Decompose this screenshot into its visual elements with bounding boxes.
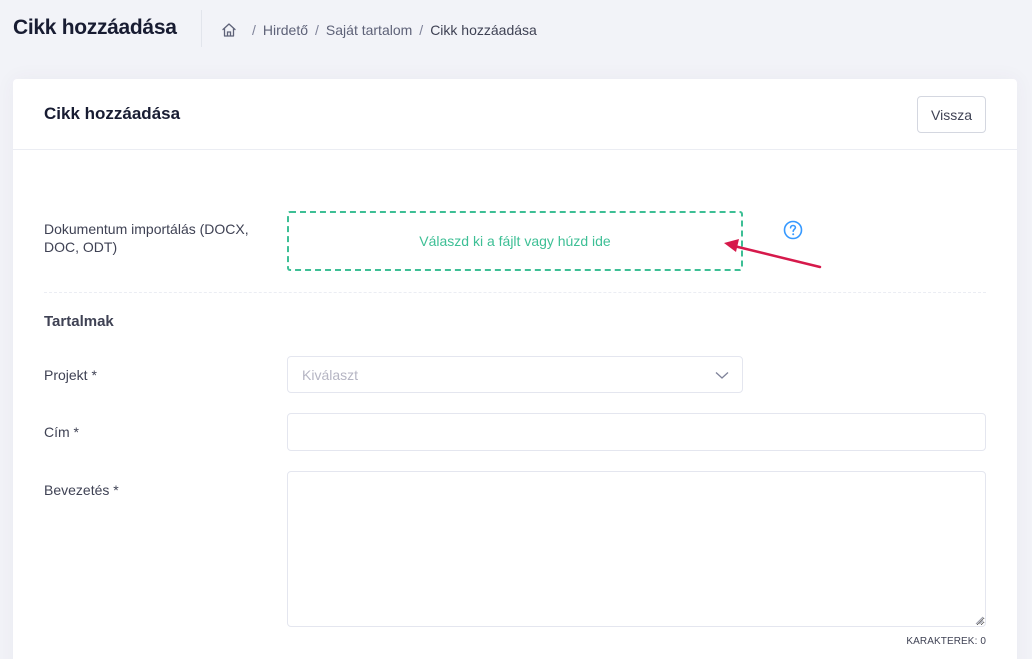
section-divider bbox=[44, 292, 986, 293]
back-button[interactable]: Vissza bbox=[917, 96, 986, 133]
annotation-arrow-icon bbox=[724, 239, 822, 269]
cim-input[interactable] bbox=[287, 413, 986, 451]
bevezetes-textarea[interactable] bbox=[287, 471, 986, 627]
breadcrumb-item-current: Cikk hozzáadása bbox=[430, 22, 537, 38]
breadcrumb-item-sajat-tartalom[interactable]: Saját tartalom bbox=[326, 22, 412, 38]
projekt-select-placeholder: Kiválaszt bbox=[302, 366, 359, 383]
chevron-down-icon bbox=[715, 372, 729, 379]
resize-handle-icon[interactable] bbox=[975, 616, 984, 625]
breadcrumb-separator: / bbox=[315, 22, 319, 38]
projekt-label: Projekt * bbox=[44, 367, 97, 383]
projekt-select[interactable]: Kiválaszt bbox=[287, 356, 743, 393]
character-count: KARAKTEREK: 0 bbox=[906, 636, 986, 647]
breadcrumb: / Hirdető / Saját tartalom / Cikk hozzáa… bbox=[221, 21, 537, 39]
section-title: Tartalmak bbox=[44, 313, 114, 330]
card-header: Cikk hozzáadása Vissza bbox=[13, 79, 1017, 150]
import-label: Dokumentum importálás (DOCX, DOC, ODT) bbox=[44, 221, 249, 255]
article-form-card: Cikk hozzáadása Vissza Dokumentum import… bbox=[13, 79, 1017, 659]
title-separator bbox=[201, 10, 202, 47]
page-title: Cikk hozzáadása bbox=[13, 16, 177, 39]
file-dropzone[interactable]: Válaszd ki a fájlt vagy húzd ide bbox=[287, 211, 743, 271]
subheader: Cikk hozzáadása / Hirdető / Saját tartal… bbox=[0, 0, 1032, 60]
breadcrumb-separator: / bbox=[252, 22, 256, 38]
bevezetes-label: Bevezetés * bbox=[44, 482, 119, 498]
breadcrumb-separator: / bbox=[419, 22, 424, 38]
home-icon[interactable] bbox=[221, 22, 237, 38]
card-title: Cikk hozzáadása bbox=[44, 104, 181, 123]
cim-label: Cím * bbox=[44, 424, 79, 440]
breadcrumb-item-hirdeto[interactable]: Hirdető bbox=[263, 22, 308, 38]
